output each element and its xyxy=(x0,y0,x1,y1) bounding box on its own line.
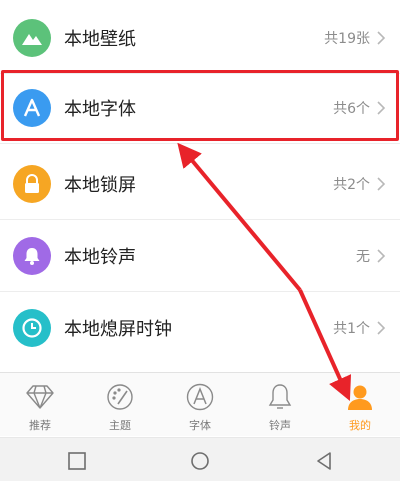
chevron-right-icon xyxy=(377,31,386,45)
list-item-wallpaper[interactable]: 本地壁纸 共19张 xyxy=(0,2,400,74)
bell-icon xyxy=(13,237,51,275)
bottom-tab-bar: 推荐 主题 字体 铃声 我的 xyxy=(0,372,400,436)
list-item-ringtone[interactable]: 本地铃声 无 xyxy=(0,220,400,292)
tab-ringtone[interactable]: 铃声 xyxy=(240,373,320,437)
list-item-lockscreen[interactable]: 本地锁屏 共2个 xyxy=(0,148,400,220)
list-item-label: 本地壁纸 xyxy=(64,29,136,50)
system-nav-bar xyxy=(0,437,400,481)
tab-label: 主题 xyxy=(109,419,131,432)
mountain-icon xyxy=(13,19,51,57)
chevron-right-icon xyxy=(377,101,386,115)
tab-label: 推荐 xyxy=(29,419,51,432)
font-a-outline-icon xyxy=(184,381,216,413)
list-item-label: 本地锁屏 xyxy=(64,175,136,196)
person-icon xyxy=(344,381,376,413)
tab-label: 字体 xyxy=(189,419,211,432)
palette-icon xyxy=(104,381,136,413)
recents-button[interactable] xyxy=(66,450,88,472)
chevron-right-icon xyxy=(377,321,386,335)
list-item-count: 共1个 xyxy=(333,321,370,337)
back-button[interactable] xyxy=(313,450,335,472)
list-item-count: 共6个 xyxy=(333,101,370,117)
lock-icon xyxy=(13,165,51,203)
tab-theme[interactable]: 主题 xyxy=(80,373,160,437)
chevron-right-icon xyxy=(377,249,386,263)
tab-label: 铃声 xyxy=(269,419,291,432)
tab-mine[interactable]: 我的 xyxy=(320,373,400,437)
list-item-label: 本地字体 xyxy=(64,99,136,120)
list-item-aod-clock[interactable]: 本地熄屏时钟 共1个 xyxy=(0,292,400,364)
tab-font[interactable]: 字体 xyxy=(160,373,240,437)
list-item-count: 共19张 xyxy=(324,31,370,47)
list-item-label: 本地铃声 xyxy=(64,247,136,268)
diamond-icon xyxy=(24,381,56,413)
home-button[interactable] xyxy=(189,450,211,472)
list-item-font[interactable]: 本地字体 共6个 xyxy=(0,72,400,144)
list-item-label: 本地熄屏时钟 xyxy=(64,319,172,340)
bell-outline-icon xyxy=(264,381,296,413)
font-a-icon xyxy=(13,89,51,127)
chevron-right-icon xyxy=(377,177,386,191)
list-item-count: 无 xyxy=(356,249,370,265)
tab-label: 我的 xyxy=(349,419,371,432)
tab-recommend[interactable]: 推荐 xyxy=(0,373,80,437)
clock-icon xyxy=(13,309,51,347)
divider xyxy=(0,143,400,144)
list-item-count: 共2个 xyxy=(333,177,370,193)
